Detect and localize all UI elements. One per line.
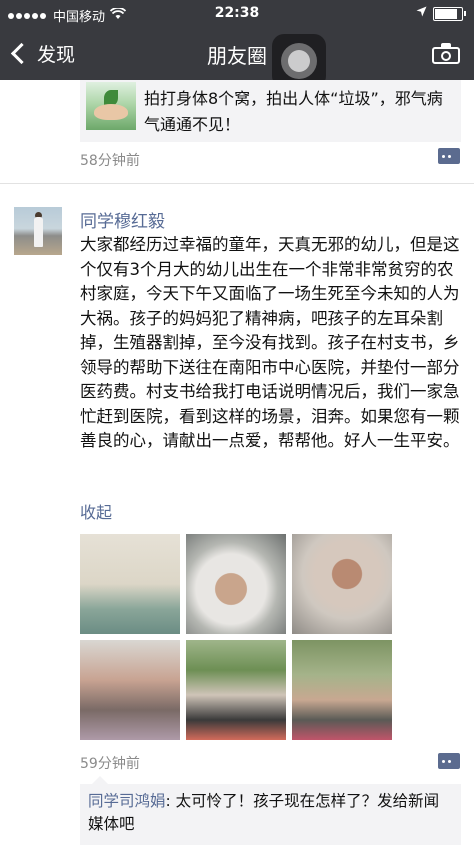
battery-tip bbox=[464, 11, 466, 16]
avatar[interactable] bbox=[14, 207, 62, 255]
shared-link-thumbnail bbox=[86, 82, 136, 130]
comment-item: 同学司鸿娟: 太可怜了！孩子现在怎样了？发给新闻媒体吧 bbox=[88, 790, 454, 836]
status-right bbox=[416, 6, 466, 21]
comment-author[interactable]: 同学司鸿娟 bbox=[88, 792, 166, 810]
nav-bar: 发现 朋友圈 bbox=[0, 28, 474, 88]
shared-link-title: 拍打身体8个窝，拍出人体“垃圾”，邪气病气通通不见！ bbox=[144, 89, 443, 134]
post-photo-5[interactable] bbox=[186, 640, 286, 740]
post-body-text: 大家都经历过幸福的童年，天真无邪的幼儿，但是这个仅有3个月大的幼儿出生在一个非常… bbox=[80, 235, 460, 450]
collapse-link[interactable]: 收起 bbox=[80, 499, 112, 523]
shared-link-card[interactable]: 拍打身体8个窝，拍出人体“垃圾”，邪气病气通通不见！ bbox=[80, 80, 461, 142]
post-author[interactable]: 同学穆红毅 bbox=[80, 207, 165, 232]
battery-icon bbox=[433, 6, 463, 21]
post-photo-2[interactable] bbox=[186, 534, 286, 634]
status-bar: 中国移动 22:38 bbox=[0, 0, 474, 28]
comments-box: 同学司鸿娟: 太可怜了！孩子现在怎样了？发给新闻媒体吧 bbox=[80, 776, 461, 845]
post-time: 58分钟前 bbox=[80, 153, 140, 169]
page-title: 朋友圈 bbox=[207, 44, 267, 68]
post-photo-6[interactable] bbox=[292, 640, 392, 740]
post-divider bbox=[0, 183, 474, 184]
post-photo-4[interactable] bbox=[80, 640, 180, 740]
location-arrow-icon bbox=[416, 6, 427, 21]
post-time: 59分钟前 bbox=[80, 756, 140, 772]
comment-icon[interactable] bbox=[438, 753, 460, 769]
status-time: 22:38 bbox=[214, 5, 260, 21]
post-photo-3[interactable] bbox=[292, 534, 392, 634]
post-text: 大家都经历过幸福的童年，天真无邪的幼儿，但是这个仅有3个月大的幼儿出生在一个非常… bbox=[80, 233, 464, 454]
post-photo-1[interactable] bbox=[80, 534, 180, 634]
camera-icon[interactable] bbox=[432, 43, 460, 64]
comment-icon[interactable] bbox=[438, 148, 460, 164]
